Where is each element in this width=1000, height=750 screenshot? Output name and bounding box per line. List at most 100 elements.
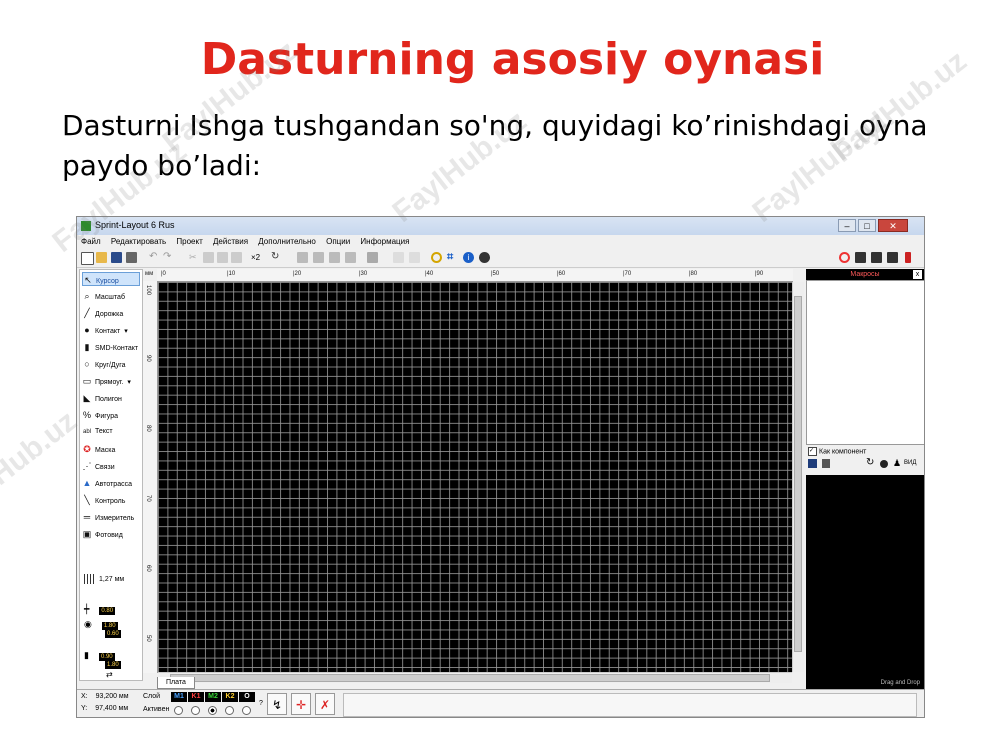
crop-icon[interactable]: ⌗ (447, 252, 458, 263)
tool-rectangle[interactable]: ▭ Прямоуг. ▾ (82, 374, 140, 388)
tool-label: Измеритель (95, 515, 135, 522)
mirror-icon[interactable] (297, 252, 308, 263)
track-width-value: 0.80 (99, 607, 116, 615)
save-macro-icon[interactable] (808, 459, 817, 468)
view-label[interactable]: ВИД (904, 460, 916, 466)
lock-icon[interactable] (393, 252, 404, 263)
close-button[interactable]: ✕ (878, 219, 908, 232)
unlock-icon[interactable] (409, 252, 420, 263)
tool-photoview[interactable]: ▣ Фотовид (82, 527, 140, 541)
board-grid[interactable] (158, 282, 792, 672)
tool-text[interactable]: abl Текст (82, 425, 140, 439)
menu-edit[interactable]: Редактировать (107, 235, 170, 248)
tool-shape[interactable]: % Фигура (82, 408, 140, 422)
route-mode-button[interactable]: ↯ (267, 693, 287, 715)
tool-polygon[interactable]: ◣ Полигон (82, 391, 140, 405)
macro-preview[interactable]: Drag and Drop (806, 475, 924, 689)
ungroup-icon[interactable] (345, 252, 356, 263)
ruler-unit: мм (145, 271, 154, 277)
pad-size-setting[interactable]: ◉ 1.80 0.60 (84, 619, 121, 638)
rotate-icon[interactable]: ↻ (271, 252, 282, 263)
group-icon[interactable] (329, 252, 340, 263)
tab-board[interactable]: Плата (157, 677, 195, 689)
open-folder-icon[interactable] (96, 252, 107, 263)
maximize-button[interactable]: □ (858, 219, 876, 232)
tool-label: Фотовид (95, 532, 123, 539)
ruler-top-tick: |20 (293, 271, 302, 277)
ruler-top-tick: |60 (557, 271, 566, 277)
layer-m1[interactable]: M1 (171, 692, 187, 702)
info-icon[interactable]: i (463, 252, 474, 263)
layer-o[interactable]: O (239, 692, 255, 702)
cut-icon[interactable]: ✂ (189, 252, 200, 263)
help-label[interactable]: ? (259, 700, 263, 707)
minimize-button[interactable]: – (838, 219, 856, 232)
track-width-setting[interactable]: ┿ 0.80 (84, 604, 116, 615)
crosshair-button[interactable]: ✛ (291, 693, 311, 715)
print-icon[interactable] (126, 252, 137, 263)
settings-icon[interactable] (479, 252, 490, 263)
tool-connections[interactable]: ⋰ Связи (82, 459, 140, 473)
tool-circle[interactable]: ○ Круг/Дуга (82, 357, 140, 371)
save-icon[interactable] (111, 252, 122, 263)
grid-setting[interactable]: 1,27 мм (84, 574, 124, 584)
align-icon[interactable] (313, 252, 324, 263)
smd-size-setting[interactable]: ▮ 0.90 1.80 (84, 650, 121, 669)
as-component-checkbox[interactable]: ✓ Как компонент (808, 447, 866, 456)
macros-list[interactable] (806, 280, 924, 445)
zoom-factor[interactable]: ×2 (251, 252, 267, 263)
window-titlebar[interactable]: Sprint-Layout 6 Rus – □ ✕ (77, 217, 924, 235)
delete-macro-icon[interactable] (822, 459, 830, 468)
component-icon[interactable] (367, 252, 378, 263)
dropdown-arrow-icon[interactable]: ▾ (124, 328, 128, 335)
tool-mask[interactable]: ✪ Маска (82, 442, 140, 456)
mask-icon: ✪ (83, 444, 91, 454)
menu-extras[interactable]: Дополнительно (254, 235, 320, 248)
layer-k2[interactable]: K2 (222, 692, 238, 702)
layer-k1-radio[interactable] (191, 706, 200, 715)
menu-project[interactable]: Проект (172, 235, 206, 248)
tool-zoom[interactable]: ⌕ Масштаб (82, 289, 140, 303)
macro-view-icon[interactable] (880, 460, 888, 468)
menu-actions[interactable]: Действия (209, 235, 252, 248)
swap-icon[interactable]: ⇄ (106, 670, 113, 679)
layer-m2[interactable]: M2 (205, 692, 221, 702)
gerber-icon[interactable] (887, 252, 898, 263)
tool-track[interactable]: ╱ Дорожка (82, 306, 140, 320)
tool-smd-pad[interactable]: ▮ SMD-Контакт (82, 340, 140, 354)
layer-o-radio[interactable] (242, 706, 251, 715)
layer-m1-radio[interactable] (174, 706, 183, 715)
stamp-icon[interactable]: ♟ (893, 458, 901, 469)
copy-icon[interactable] (203, 252, 214, 263)
menu-file[interactable]: Файл (77, 235, 105, 248)
vertical-scrollbar[interactable] (792, 282, 804, 672)
new-file-icon[interactable] (81, 252, 94, 265)
paste-icon[interactable] (217, 252, 228, 263)
macros-close-icon[interactable]: x (913, 270, 922, 279)
export-icon[interactable] (855, 252, 866, 263)
import-icon[interactable] (871, 252, 882, 263)
layer-m2-radio[interactable] (208, 706, 217, 715)
dropdown-arrow-icon[interactable]: ▾ (127, 379, 131, 386)
delete-icon[interactable] (231, 252, 242, 263)
battery-icon[interactable] (905, 252, 911, 263)
record-icon[interactable] (839, 252, 850, 263)
layer-k2-radio[interactable] (225, 706, 234, 715)
drc-off-button[interactable]: ✗ (315, 693, 335, 715)
search-icon[interactable] (431, 252, 442, 263)
layer-k1[interactable]: K1 (188, 692, 204, 702)
tool-measure[interactable]: ═ Измеритель (82, 510, 140, 524)
tool-control[interactable]: ╲ Контроль (82, 493, 140, 507)
tool-autoroute[interactable]: ▲ Автотрасса (82, 476, 140, 490)
vertical-scroll-thumb[interactable] (794, 296, 802, 652)
tool-cursor[interactable]: ↖ Курсор (82, 272, 140, 286)
menu-options[interactable]: Опции (322, 235, 354, 248)
refresh-icon[interactable]: ↻ (866, 457, 874, 468)
grid-value: 1,27 мм (99, 575, 125, 583)
tool-label: Маска (95, 447, 116, 454)
redo-icon[interactable]: ↷ (163, 252, 174, 263)
undo-icon[interactable]: ↶ (149, 252, 160, 263)
menu-info[interactable]: Информация (356, 235, 413, 248)
tool-pad[interactable]: ● Контакт ▾ (82, 323, 140, 337)
x-label: X: (81, 693, 88, 700)
